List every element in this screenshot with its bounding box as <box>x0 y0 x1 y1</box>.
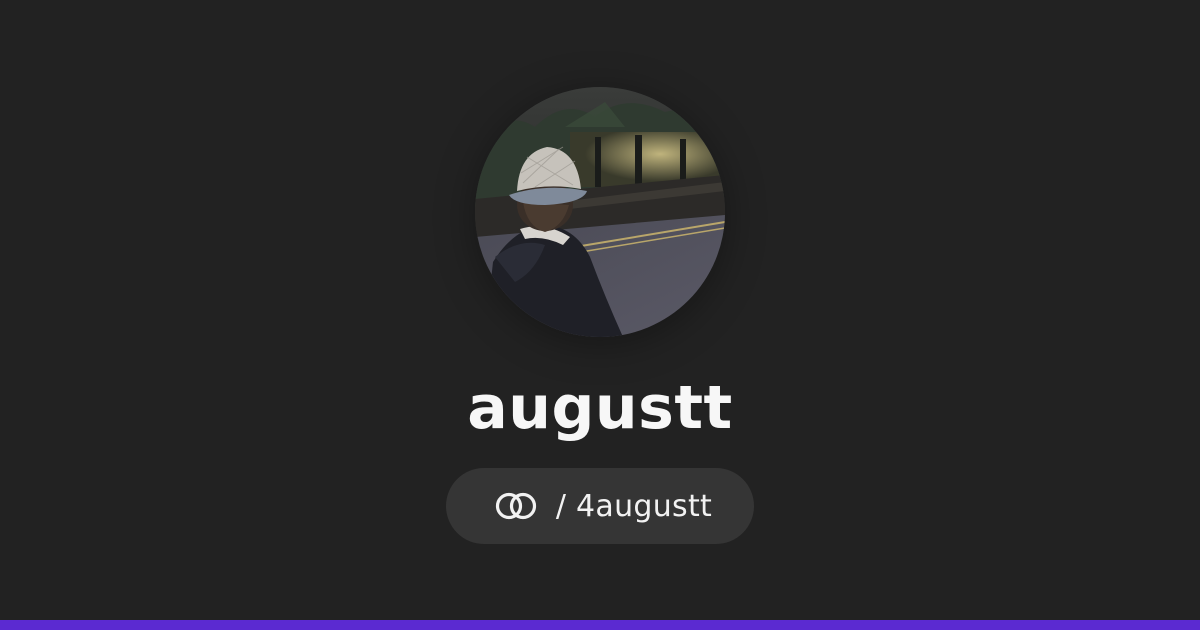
interlocked-rings-icon <box>488 488 544 524</box>
handle-separator: / <box>555 488 566 524</box>
display-name: augustt <box>467 373 733 443</box>
profile-avatar[interactable] <box>475 87 725 337</box>
handle-link-pill[interactable]: / 4augustt <box>446 468 754 544</box>
avatar-photo <box>475 87 725 337</box>
handle-text: 4augustt <box>576 488 713 524</box>
profile-card: augustt / 4augustt <box>0 0 1200 620</box>
accent-bar <box>0 620 1200 630</box>
